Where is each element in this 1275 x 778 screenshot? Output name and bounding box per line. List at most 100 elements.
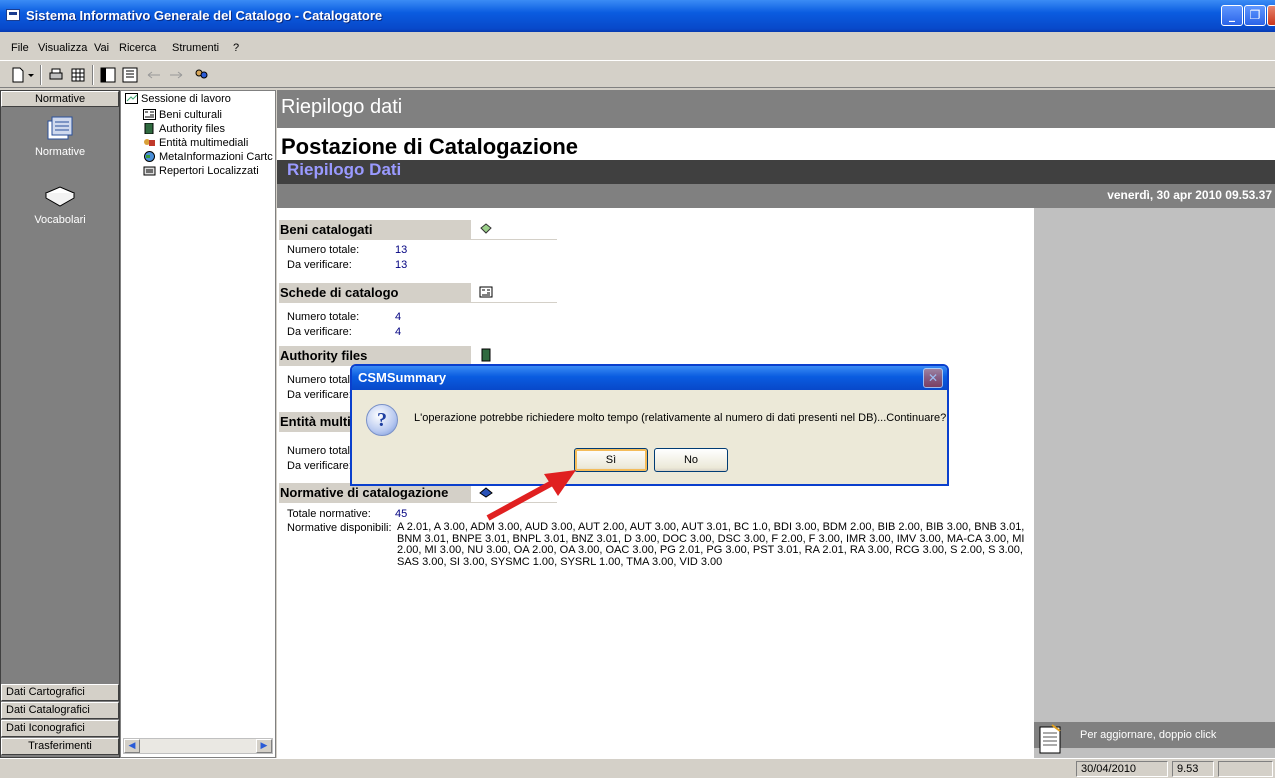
- menu-help[interactable]: ?: [233, 42, 239, 54]
- section-title: Authority files: [279, 346, 471, 366]
- nav-button-trasferimenti[interactable]: Trasferimenti: [1, 738, 119, 755]
- new-document-icon[interactable]: [10, 67, 26, 83]
- section-schede-di-catalogo: Schede di catalogo: [279, 283, 557, 303]
- toolbar: [0, 60, 1275, 88]
- repository-icon: [143, 166, 156, 176]
- nav-item-vocabolari[interactable]: Vocabolari: [1, 183, 119, 226]
- menu-bar: File Visualizza Vai Ricerca Strumenti ?: [0, 40, 1275, 58]
- refresh-hint: Per aggiornare, doppio click: [1080, 729, 1217, 741]
- tree-item-label: Authority files: [159, 123, 226, 135]
- stat-label: Normative disponibili:: [287, 522, 392, 534]
- nav-header-normative[interactable]: Normative: [1, 91, 119, 107]
- multimedia-icon: [144, 139, 155, 146]
- globe-icon: [144, 151, 155, 162]
- dialog-title-bar: CSMSummary ✕: [352, 366, 947, 390]
- tree-item-label: Repertori Localizzati: [159, 165, 259, 177]
- users-icon[interactable]: [193, 67, 209, 83]
- tree-horizontal-scrollbar[interactable]: ◀ ▶: [123, 738, 273, 754]
- normative-list-line: SAS 3.00, SI 3.00, SYSMC 1.00, SYSRL 1.0…: [397, 555, 723, 568]
- page-subtitle: Riepilogo Dati: [287, 160, 402, 179]
- nav-button-dati-catalografici[interactable]: Dati Catalografici: [1, 702, 119, 719]
- scroll-right-icon[interactable]: ▶: [256, 739, 272, 753]
- page-title: Postazione di Catalogazione: [281, 134, 579, 159]
- minimize-button[interactable]: _: [1221, 5, 1243, 26]
- normative-icon: [47, 116, 73, 140]
- menu-file[interactable]: File: [11, 42, 29, 54]
- authority-book-icon: [144, 123, 154, 134]
- tree-item-metainformazioni[interactable]: MetaInformazioni Cartc: [143, 151, 273, 163]
- tree-root-label: Sessione di lavoro: [141, 93, 231, 105]
- menu-visualizza[interactable]: Visualizza: [38, 42, 87, 54]
- stat-row: Da verificare: 4: [287, 326, 401, 338]
- restore-button[interactable]: ❐: [1244, 5, 1266, 26]
- window-title: Sistema Informativo Generale del Catalog…: [26, 8, 383, 23]
- refresh-document-icon[interactable]: [1038, 723, 1064, 755]
- grid-icon[interactable]: [70, 67, 86, 83]
- nav-item-label: Normative: [34, 146, 86, 158]
- stat-row: Da verificare:: [287, 460, 352, 472]
- normative-list: A 2.01, A 3.00, ADM 3.00, AUD 3.00, AUT …: [397, 521, 1037, 568]
- stat-row: Normative disponibili:: [287, 522, 392, 534]
- section-title: Schede di catalogo: [279, 283, 471, 303]
- tree-item-entita-multimediali[interactable]: Entità multimediali: [143, 137, 248, 149]
- normative-list-line: 2.00, MI 3.00, NU 3.00, OA 2.00, OA 3.00…: [397, 544, 1023, 556]
- stat-value: 4: [395, 326, 402, 338]
- authority-book-icon: [481, 348, 491, 362]
- nav-item-normative[interactable]: Normative: [1, 115, 119, 158]
- dialog-title: CSMSummary: [358, 370, 447, 385]
- stat-value: 4: [395, 311, 402, 323]
- tree-item-authority-files[interactable]: Authority files: [143, 123, 225, 135]
- stat-row: Da verificare: 13: [287, 259, 407, 271]
- stat-label: Numero totale:: [287, 311, 360, 323]
- stat-row: Numero totale: [287, 445, 356, 457]
- stat-label: Numero totale: [287, 374, 357, 386]
- datetime-label: venerdì, 30 apr 2010 09.53.37: [1107, 188, 1272, 202]
- stat-label: Da verificare:: [287, 259, 352, 271]
- red-arrow-annotation: [486, 470, 576, 521]
- stat-label: Numero totale: [287, 445, 357, 457]
- back-arrow-icon[interactable]: [146, 67, 162, 83]
- status-date: 30/04/2010: [1076, 761, 1168, 777]
- stat-row: Numero totale: 4: [287, 311, 401, 323]
- menu-vai[interactable]: Vai: [94, 42, 109, 54]
- nav-button-dati-cartografici[interactable]: Dati Cartografici: [1, 684, 119, 701]
- question-icon: ?: [366, 404, 398, 436]
- forward-arrow-icon[interactable]: [168, 67, 184, 83]
- section-authority-files: Authority files: [279, 346, 557, 366]
- tree-item-label: Beni culturali: [159, 109, 222, 121]
- app-icon[interactable]: [6, 9, 20, 21]
- card-icon: [143, 109, 156, 120]
- tree-item-beni-culturali[interactable]: Beni culturali: [143, 109, 222, 121]
- stat-value: 45: [395, 508, 408, 520]
- stat-label: Da verificare:: [287, 389, 352, 401]
- menu-ricerca[interactable]: Ricerca: [119, 42, 156, 54]
- stat-row: Numero totale: [287, 374, 356, 386]
- panel-header: Riepilogo dati: [281, 96, 403, 118]
- close-button[interactable]: [1267, 5, 1275, 26]
- status-cell: [1218, 761, 1273, 777]
- confirm-dialog: CSMSummary ✕ ? L'operazione potrebbe ric…: [350, 364, 949, 486]
- stat-label: Da verificare:: [287, 326, 352, 338]
- dropdown-arrow-icon[interactable]: [27, 67, 35, 83]
- stat-value: 13: [395, 244, 408, 256]
- section-title: Normative di catalogazione: [279, 483, 471, 503]
- no-button[interactable]: No: [654, 448, 728, 472]
- refresh-bar[interactable]: Per aggiornare, doppio click: [1034, 722, 1275, 754]
- dialog-message: L'operazione potrebbe richiedere molto t…: [414, 412, 947, 424]
- tree-root[interactable]: Sessione di lavoro: [125, 93, 231, 105]
- details-icon[interactable]: [122, 67, 138, 83]
- print-icon[interactable]: [48, 67, 64, 83]
- nav-button-dati-iconografici[interactable]: Dati Iconografici: [1, 720, 119, 737]
- tree-item-repertori-localizzati[interactable]: Repertori Localizzati: [143, 165, 259, 177]
- left-navigation-bar: Normative Normative Vocabolari Dati Cart…: [0, 90, 120, 758]
- status-time: 9.53: [1172, 761, 1214, 777]
- scroll-left-icon[interactable]: ◀: [124, 739, 140, 753]
- right-panel: [1034, 208, 1275, 758]
- dialog-close-button[interactable]: ✕: [923, 368, 943, 388]
- tree-item-label: Entità multimediali: [159, 137, 249, 149]
- normative-list-line: A 2.01, A 3.00, ADM 3.00, AUD 3.00, AUT …: [397, 521, 1025, 533]
- menu-strumenti[interactable]: Strumenti: [172, 42, 219, 54]
- pane-icon[interactable]: [100, 67, 116, 83]
- section-beni-catalogati: Beni catalogati: [279, 220, 557, 240]
- section-title: Beni catalogati: [279, 220, 471, 240]
